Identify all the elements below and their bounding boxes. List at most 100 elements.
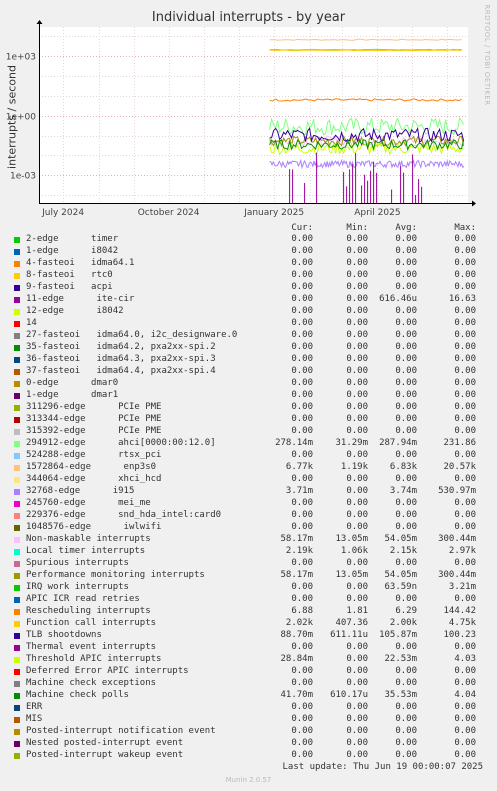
legend-label: 245760-edge mei_me — [26, 498, 151, 508]
legend-swatch — [14, 669, 20, 675]
legend-label: ERR — [26, 702, 43, 712]
legend-row: 1-edge i8042 0.00 0.00 0.00 0.00 — [0, 246, 497, 258]
legend-row: 11-edge ite-cir 0.00 0.00 616.46u 16.63 — [0, 294, 497, 306]
legend-max-value: 2.97k — [448, 546, 476, 556]
legend-swatch — [14, 285, 20, 291]
legend-max-value: 0.00 — [454, 594, 476, 604]
legend-max-value: 100.23 — [443, 630, 476, 640]
legend-label: IRQ work interrupts — [26, 582, 129, 592]
legend-swatch — [14, 513, 20, 519]
legend-label: 12-edge i8042 — [26, 306, 124, 316]
legend-swatch — [14, 741, 20, 747]
legend-label: Function call interrupts — [26, 618, 157, 628]
legend-row: Local timer interrupts 2.19k 1.06k 2.15k 2.9… — [0, 546, 497, 558]
legend-row: Rescheduling interrupts 6.88 1.81 6.29 144.4… — [0, 606, 497, 618]
legend-label: 1-edge i8042 — [26, 246, 119, 256]
legend-row: 36-fasteoi idma64.3, pxa2xx-spi.3 0.00 0.0… — [0, 354, 497, 366]
legend-max-value: 4.03 — [454, 654, 476, 664]
legend-max-value: 20.57k — [443, 462, 476, 472]
legend-max-value: 0.00 — [454, 354, 476, 364]
legend-max-value: 0.00 — [454, 522, 476, 532]
legend-row: 0-edge dmar0 0.00 0.00 0.00 0.00 — [0, 378, 497, 390]
legend-row: 524288-edge rtsx_pci 0.00 0.00 0.00 0.00 — [0, 450, 497, 462]
legend-swatch — [14, 657, 20, 663]
header-avg: Avg: — [395, 223, 417, 233]
legend-row: 1048576-edge iwlwifi 0.00 0.00 0.00 0.00 — [0, 522, 497, 534]
legend-label: Spurious interrupts — [26, 558, 129, 568]
legend-swatch — [14, 585, 20, 591]
legend-row: Performance monitoring interrupts 58.17m 1… — [0, 570, 497, 582]
legend-max-value: 0.00 — [454, 726, 476, 736]
legend-swatch — [14, 561, 20, 567]
legend-row: Posted-interrupt wakeup event 0.00 0.00 0.0… — [0, 750, 497, 762]
legend-row: Posted-interrupt notification event 0.00 0… — [0, 726, 497, 738]
legend-label: Thermal event interrupts — [26, 642, 157, 652]
legend-swatch — [14, 321, 20, 327]
legend-swatch — [14, 465, 20, 471]
legend-label: Deferred Error APIC interrupts — [26, 666, 189, 676]
legend-swatch — [14, 429, 20, 435]
legend-max-value: 0.00 — [454, 750, 476, 760]
legend-swatch — [14, 369, 20, 375]
legend-max-value: 0.00 — [454, 378, 476, 388]
legend-row: 9-fasteoi acpi 0.00 0.00 0.00 0.00 — [0, 282, 497, 294]
legend-max-value: 16.63 — [448, 294, 476, 304]
legend-row: APIC ICR read retries 0.00 0.00 0.00 0.00 — [0, 594, 497, 606]
legend-row: 8-fasteoi rtc0 0.00 0.00 0.00 0.00 — [0, 270, 497, 282]
legend-row: 37-fasteoi idma64.4, pxa2xx-spi.4 0.00 0.0… — [0, 366, 497, 378]
legend-row: 294912-edge ahci[0000:00:12.0] 278.14m 31.… — [0, 438, 497, 450]
legend-row: 245760-edge mei_me 0.00 0.00 0.00 0.00 — [0, 498, 497, 510]
legend-label: 313344-edge PCIe PME — [26, 414, 162, 424]
legend-swatch — [14, 525, 20, 531]
legend-swatch — [14, 453, 20, 459]
legend-label: Rescheduling interrupts — [26, 606, 151, 616]
munin-footer: Munin 2.0.57 — [225, 776, 272, 784]
legend-swatch — [14, 501, 20, 507]
legend-label: 37-fasteoi idma64.4, pxa2xx-spi.4 — [26, 366, 216, 376]
legend-label: 0-edge dmar0 — [26, 378, 119, 388]
legend-label: 8-fasteoi rtc0 — [26, 270, 113, 280]
legend-max-value: 0.00 — [454, 234, 476, 244]
legend-label: APIC ICR read retries — [26, 594, 140, 604]
legend-swatch — [14, 261, 20, 267]
legend-label: 315392-edge PCIe PME — [26, 426, 162, 436]
legend-label: 4-fasteoi idma64.1 — [26, 258, 135, 268]
legend-row: 2-edge timer 0.00 0.00 0.00 0.00 — [0, 234, 497, 246]
legend-label: Non-maskable interrupts — [26, 534, 151, 544]
legend-max-value: 0.00 — [454, 510, 476, 520]
header-max: Max: — [454, 223, 476, 233]
legend-label: 2-edge timer — [26, 234, 119, 244]
legend-max-value: 0.00 — [454, 414, 476, 424]
legend-label: 1-edge dmar1 — [26, 390, 119, 400]
legend-row: IRQ work interrupts 0.00 0.00 63.59n 3.21m — [0, 582, 497, 594]
legend-max-value: 4.75k — [448, 618, 476, 628]
legend-max-value: 0.00 — [454, 714, 476, 724]
legend-swatch — [14, 537, 20, 543]
legend-max-value: 0.00 — [454, 642, 476, 652]
legend-label: Posted-interrupt notification event — [26, 726, 216, 736]
header-min: Min: — [346, 223, 368, 233]
legend-swatch — [14, 357, 20, 363]
legend-row: 311296-edge PCIe PME 0.00 0.00 0.00 0.00 — [0, 402, 497, 414]
legend-swatch — [14, 573, 20, 579]
legend-max-value: 0.00 — [454, 306, 476, 316]
legend-row: TLB shootdowns 88.70m 611.11u 105.87m 100.23 — [0, 630, 497, 642]
legend-label: 11-edge ite-cir — [26, 294, 135, 304]
legend-swatch — [14, 393, 20, 399]
legend-row: 12-edge i8042 0.00 0.00 0.00 0.00 — [0, 306, 497, 318]
legend-row: MIS 0.00 0.00 0.00 0.00 — [0, 714, 497, 726]
legend-label: 9-fasteoi acpi — [26, 282, 113, 292]
legend-max-value: 0.00 — [454, 366, 476, 376]
legend-swatch — [14, 717, 20, 723]
legend-max-value: 300.44m — [438, 534, 476, 544]
legend-label: 311296-edge PCIe PME — [26, 402, 162, 412]
legend-max-value: 0.00 — [454, 558, 476, 568]
legend-row: Machine check exceptions 0.00 0.00 0.00 0.00 — [0, 678, 497, 690]
legend-max-value: 0.00 — [454, 474, 476, 484]
legend-row: 32768-edge i915 3.71m 0.00 3.74m 530.97m — [0, 486, 497, 498]
legend-label: Performance monitoring interrupts — [26, 570, 205, 580]
legend-swatch — [14, 753, 20, 759]
legend-max-value: 0.00 — [454, 498, 476, 508]
legend-row: 1572864-edge enp3s0 6.77k 1.19k 6.83k 20.57k — [0, 462, 497, 474]
legend-max-value: 0.00 — [454, 282, 476, 292]
